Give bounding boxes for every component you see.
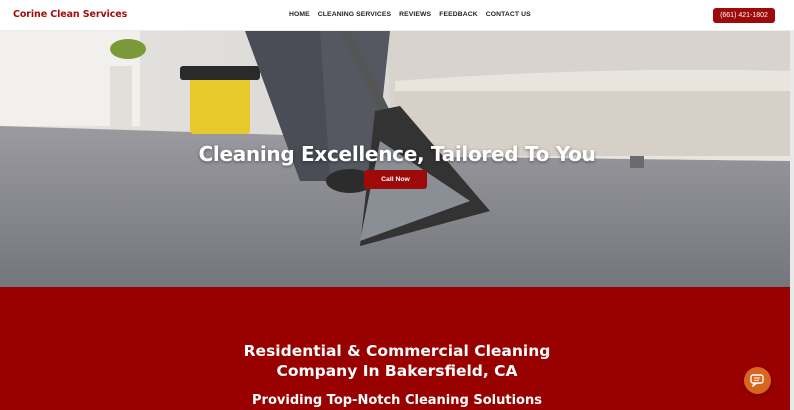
call-now-button[interactable]: Call Now <box>364 170 427 189</box>
intro-subheading: Providing Top-Notch Cleaning Solutions <box>252 393 542 408</box>
chat-button[interactable] <box>744 367 771 394</box>
chat-icon <box>750 374 764 387</box>
site-header: Corine Clean Services HOME CLEANING SERV… <box>0 0 794 31</box>
intro-section: Residential & Commercial Cleaning Compan… <box>0 287 794 410</box>
nav-home[interactable]: HOME <box>289 11 310 18</box>
nav-cleaning-services[interactable]: CLEANING SERVICES <box>318 11 391 18</box>
intro-heading: Residential & Commercial Cleaning Compan… <box>0 341 794 381</box>
intro-heading-line2: Company In Bakersfield, CA <box>276 362 518 380</box>
nav-feedback[interactable]: FEEDBACK <box>439 11 478 18</box>
hero-title: Cleaning Excellence, Tailored To You <box>198 142 596 166</box>
phone-button[interactable]: (661) 421-1802 <box>713 8 775 23</box>
main-nav: HOME CLEANING SERVICES REVIEWS FEEDBACK … <box>289 11 531 18</box>
nav-contact-us[interactable]: CONTACT US <box>486 11 531 18</box>
hero-section: Cleaning Excellence, Tailored To You Cal… <box>0 31 794 287</box>
scrollbar-track[interactable] <box>790 31 794 410</box>
intro-heading-line1: Residential & Commercial Cleaning <box>243 342 551 360</box>
site-logo[interactable]: Corine Clean Services <box>13 9 127 20</box>
nav-reviews[interactable]: REVIEWS <box>399 11 431 18</box>
